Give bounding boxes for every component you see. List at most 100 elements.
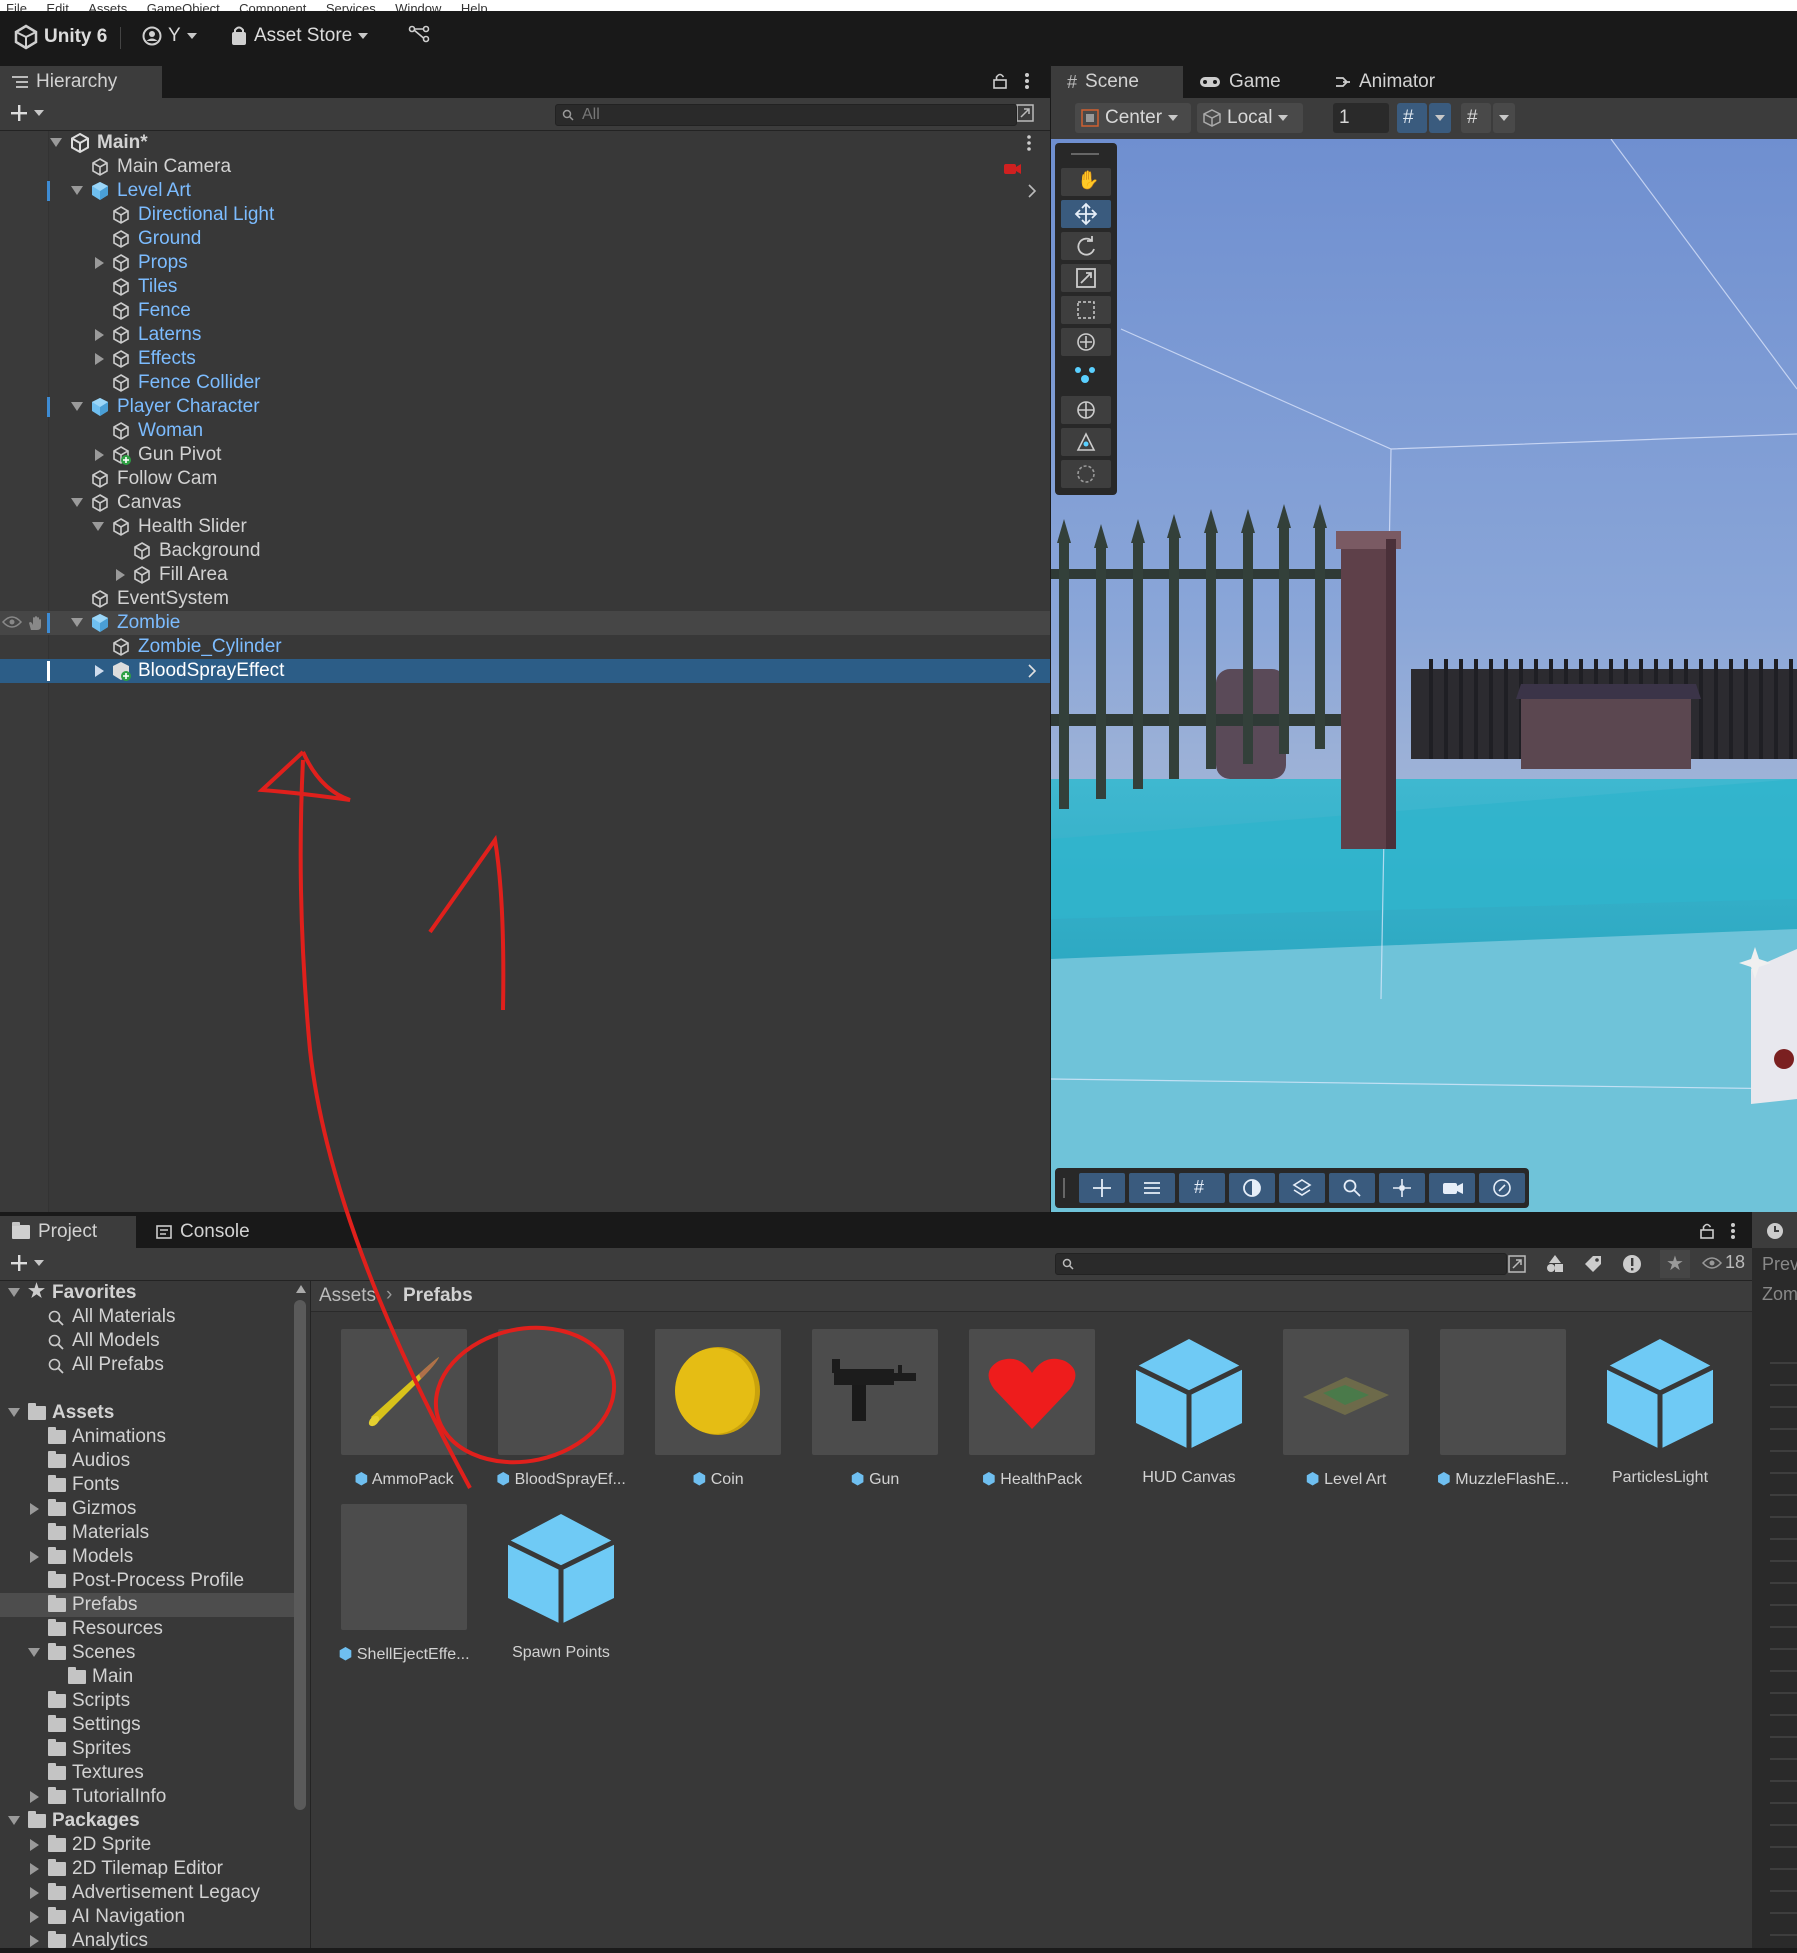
hierarchy-row-fence[interactable]: Fence [0, 299, 1050, 323]
chevron-right-icon[interactable] [1028, 664, 1037, 678]
tree-folder-models[interactable]: Models [0, 1545, 295, 1569]
search-by-type-icon[interactable] [1545, 1254, 1565, 1274]
warning-filter-icon[interactable] [1622, 1254, 1642, 1274]
custom-tool-button[interactable] [1073, 365, 1097, 392]
menu-assets[interactable]: Assets [88, 1, 127, 11]
menu-gameobject[interactable]: GameObject [147, 1, 220, 11]
hierarchy-row-canvas[interactable]: Canvas [0, 491, 1050, 515]
expand-arrow-icon[interactable] [50, 138, 62, 147]
tab-project[interactable]: Project [0, 1216, 136, 1248]
snap-increment-input[interactable]: 1 [1333, 103, 1389, 133]
expand-arrow-icon[interactable] [30, 1791, 39, 1803]
expand-arrow-icon[interactable] [8, 1288, 20, 1297]
account-dropdown[interactable]: Y [142, 25, 197, 47]
grid-snap-dropdown[interactable] [1429, 103, 1451, 133]
scale-tool-button[interactable] [1061, 264, 1111, 292]
visibility-eye-icon[interactable] [1, 615, 23, 629]
asset-spawn-points[interactable]: Spawn Points [488, 1504, 628, 1674]
expand-arrow-icon[interactable] [71, 402, 83, 411]
expand-arrow-icon[interactable] [30, 1551, 39, 1563]
hierarchy-row-zombie[interactable]: Zombie [0, 611, 1050, 635]
hierarchy-row-main-camera[interactable]: Main Camera [0, 155, 1050, 179]
expand-arrow-icon[interactable] [30, 1887, 39, 1899]
space-local-dropdown[interactable]: Local [1197, 103, 1303, 133]
hierarchy-row-ground[interactable]: Ground [0, 227, 1050, 251]
hierarchy-row-effects[interactable]: Effects [0, 347, 1050, 371]
asset-hud-canvas[interactable]: HUD Canvas [1116, 1329, 1256, 1499]
lock-icon[interactable] [993, 73, 1007, 89]
tree-package-ai-navigation[interactable]: AI Navigation [0, 1905, 295, 1929]
palette-handle[interactable] [1071, 153, 1099, 155]
scroll-up-icon[interactable] [296, 1285, 306, 1293]
hierarchy-row-props[interactable]: Props [0, 251, 1050, 275]
asset-muzzleflasheffect[interactable]: ⬢ MuzzleFlashE... [1430, 1329, 1570, 1499]
breadcrumb-prefabs[interactable]: Prefabs [403, 1285, 473, 1307]
expand-arrow-icon[interactable] [30, 1863, 39, 1875]
pivot-center-dropdown[interactable]: Center [1075, 103, 1191, 133]
kebab-menu-icon[interactable] [1026, 135, 1032, 151]
project-folder-tree[interactable]: ★ Favorites All Materials All Models All… [0, 1281, 311, 1951]
tree-favorites[interactable]: ★ Favorites [0, 1281, 295, 1305]
hierarchy-row-main[interactable]: Main* [0, 131, 1050, 155]
expand-arrow-icon[interactable] [8, 1816, 20, 1825]
hierarchy-row-directional-light[interactable]: Directional Light [0, 203, 1050, 227]
menu-help[interactable]: Help [461, 1, 488, 11]
hierarchy-row-gun-pivot[interactable]: Gun Pivot [0, 443, 1050, 467]
tree-packages[interactable]: Packages [0, 1809, 295, 1833]
tab-hierarchy[interactable]: Hierarchy [0, 66, 162, 98]
tree-folder-animations[interactable]: Animations [0, 1425, 295, 1449]
tree-folder-scripts[interactable]: Scripts [0, 1689, 295, 1713]
hierarchy-row-zombie-cylinder[interactable]: Zombie_Cylinder [0, 635, 1050, 659]
increment-snap-dropdown[interactable] [1493, 103, 1515, 133]
tree-folder-scenes[interactable]: Scenes [0, 1641, 295, 1665]
rect-tool-button[interactable] [1061, 296, 1111, 324]
kebab-menu-icon[interactable] [1024, 72, 1030, 90]
tree-folder-post-process-profile[interactable]: Post-Process Profile [0, 1569, 295, 1593]
kebab-menu-icon[interactable] [1730, 1222, 1736, 1240]
tree-favorite-all-materials[interactable]: All Materials [0, 1305, 295, 1329]
increment-snap-button[interactable]: # [1461, 103, 1491, 133]
expand-arrow-icon[interactable] [8, 1408, 20, 1417]
version-control-button[interactable] [408, 25, 430, 43]
expand-arrow-icon[interactable] [30, 1911, 39, 1923]
hierarchy-row-player-character[interactable]: Player Character [0, 395, 1050, 419]
lock-icon[interactable] [1700, 1223, 1714, 1239]
hand-tool-button[interactable]: ✋ [1061, 168, 1111, 196]
collider-tool-button[interactable] [1061, 396, 1111, 424]
hierarchy-row-fence-collider[interactable]: Fence Collider [0, 371, 1050, 395]
tree-folder-sprites[interactable]: Sprites [0, 1737, 295, 1761]
tree-folder-textures[interactable]: Textures [0, 1761, 295, 1785]
overlay-grid-button[interactable]: # [1179, 1173, 1225, 1203]
tree-favorite-all-prefabs[interactable]: All Prefabs [0, 1353, 295, 1377]
tree-folder-tutorialinfo[interactable]: TutorialInfo [0, 1785, 295, 1809]
scene-viewport[interactable] [1051, 139, 1797, 1212]
overlay-handle[interactable] [1063, 1178, 1065, 1198]
asset-level-art[interactable]: ⬢ Level Art [1273, 1329, 1413, 1499]
tab-game[interactable]: Game [1199, 66, 1281, 98]
tree-package-advertisement-legacy[interactable]: Advertisement Legacy [0, 1881, 295, 1905]
overlay-layers-button[interactable] [1279, 1173, 1325, 1203]
tree-scrollbar[interactable] [294, 1300, 306, 1810]
hierarchy-row-laterns[interactable]: Laterns [0, 323, 1050, 347]
expand-arrow-icon[interactable] [71, 618, 83, 627]
menu-services[interactable]: Services [326, 1, 376, 11]
overlay-camera-button[interactable] [1429, 1173, 1475, 1203]
expand-arrow-icon[interactable] [28, 1648, 40, 1657]
tree-folder-resources[interactable]: Resources [0, 1617, 295, 1641]
label-tag-icon[interactable] [1583, 1254, 1603, 1274]
overlay-shading-button[interactable] [1229, 1173, 1275, 1203]
hierarchy-row-woman[interactable]: Woman [0, 419, 1050, 443]
expand-arrow-icon[interactable] [95, 329, 104, 341]
navmesh-tool-button[interactable] [1061, 428, 1111, 456]
favorite-button[interactable]: ★ [1660, 1250, 1690, 1278]
tree-package-2d-tilemap-editor[interactable]: 2D Tilemap Editor [0, 1857, 295, 1881]
open-window-button[interactable] [1016, 104, 1038, 124]
asset-particleslight[interactable]: ParticlesLight [1587, 1329, 1727, 1499]
breadcrumb-assets[interactable]: Assets [319, 1285, 376, 1307]
hierarchy-row-fill-area[interactable]: Fill Area [0, 563, 1050, 587]
tree-assets[interactable]: Assets [0, 1401, 295, 1425]
expand-arrow-icon[interactable] [116, 569, 125, 581]
asset-bloodsprayeffect[interactable]: ⬢ BloodSprayEf... [488, 1329, 628, 1499]
expand-arrow-icon[interactable] [30, 1935, 39, 1947]
create-asset-button[interactable] [10, 1254, 44, 1272]
